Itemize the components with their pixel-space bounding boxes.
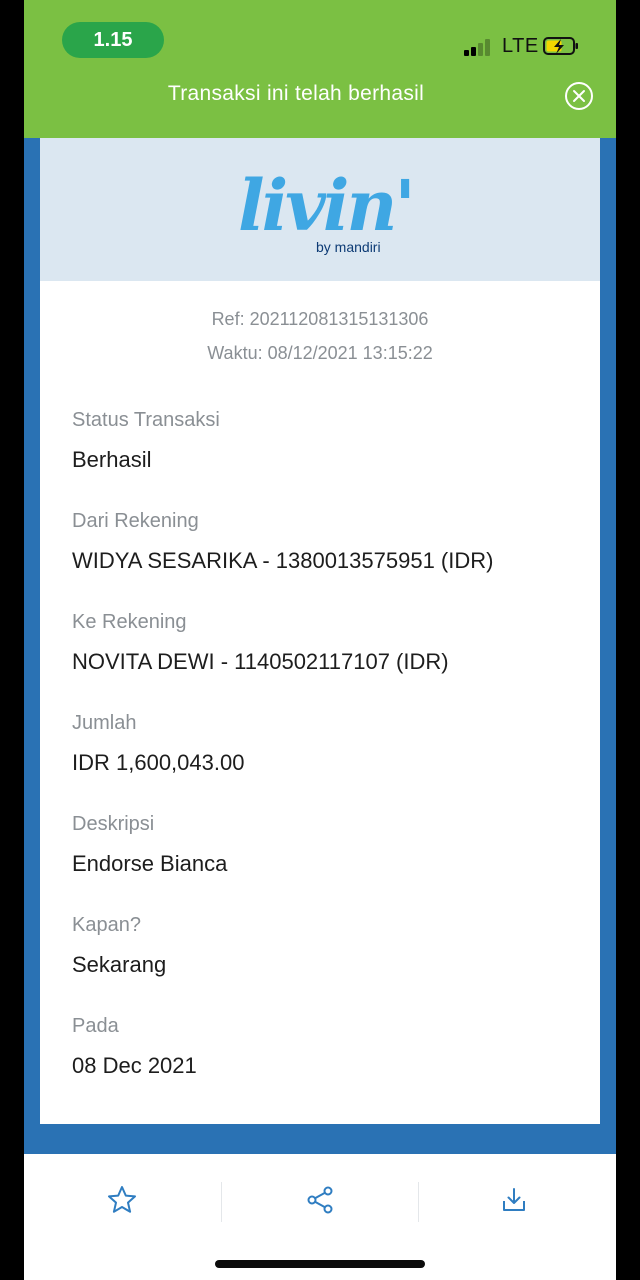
field-label: Kapan? — [72, 914, 141, 936]
field-label: Deskripsi — [72, 813, 155, 835]
star-icon[interactable] — [106, 1184, 138, 1216]
phone-screen: 1.15 LTE Transaksi ini telah berhasil li… — [24, 0, 616, 1280]
status-time: 1.15 — [62, 22, 164, 58]
divider — [221, 1182, 222, 1222]
logo-band: livin' by mandiri — [40, 138, 600, 281]
header-title: Transaksi ini telah berhasil — [167, 82, 425, 105]
share-icon[interactable] — [304, 1184, 336, 1216]
reference-number: Ref: 20211208131513130​6 — [211, 309, 429, 329]
home-indicator[interactable] — [215, 1260, 425, 1268]
field-value: Berhasil — [72, 447, 152, 472]
close-icon[interactable] — [564, 81, 594, 111]
field-label: Ke Rekening — [72, 611, 187, 633]
download-icon[interactable] — [498, 1184, 530, 1216]
field-value: Endorse Bianca — [72, 851, 228, 876]
field-value: IDR 1,600,043.00 — [72, 750, 245, 775]
divider — [418, 1182, 419, 1222]
field-value: Sekarang — [72, 952, 167, 977]
field-value: 08 Dec 2021 — [72, 1053, 197, 1078]
field-value: NOVITA DEWI - 1140502117107 (IDR) — [72, 649, 449, 674]
field-label: Jumlah — [72, 712, 137, 734]
battery-charging-icon — [543, 37, 578, 55]
success-header: 1.15 LTE Transaksi ini telah berhasil — [24, 0, 616, 138]
logo-sub: by mandiri — [316, 239, 381, 255]
field-label: Pada — [72, 1015, 119, 1037]
receipt-card: Ref: 20211208131513130​6 Waktu: 08/12/20… — [40, 281, 600, 1124]
network-type: LTE — [502, 35, 539, 57]
signal-icon — [464, 36, 496, 56]
livin-mandiri-logo: livin' by mandiri — [238, 164, 416, 255]
transaction-time: Waktu: 08/12/2021 13:15:22 — [207, 343, 433, 363]
logo-brand: livin' — [238, 164, 413, 247]
field-label: Status Transaksi — [72, 409, 220, 431]
field-label: Dari Rekening — [72, 510, 199, 532]
action-bar — [24, 1154, 616, 1280]
field-value: WIDYA SESARIKA - 1380013575951 (IDR) — [72, 548, 494, 573]
